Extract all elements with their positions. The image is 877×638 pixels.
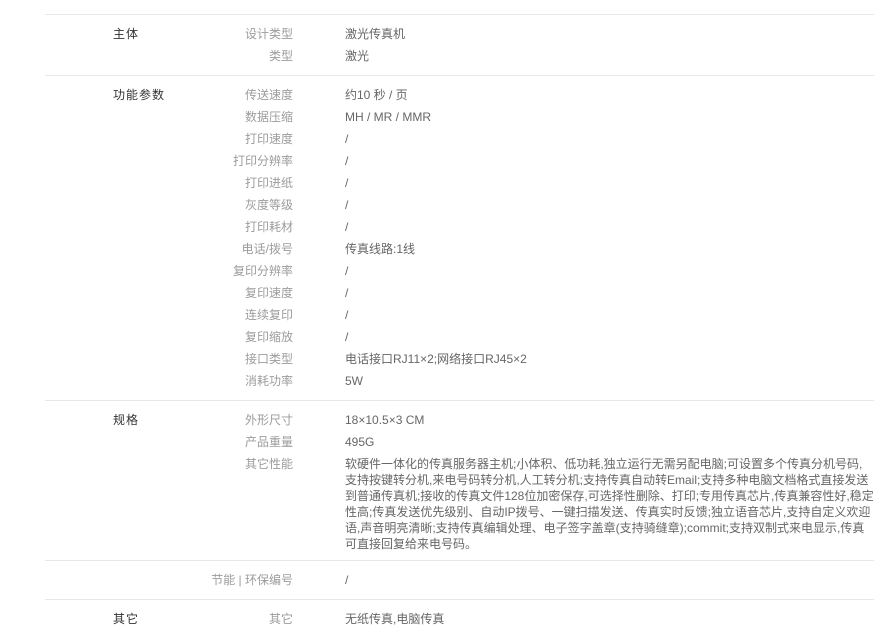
spec-row-value: / <box>345 260 874 282</box>
spec-row-value: / <box>345 304 874 326</box>
spec-row-label: 数据压缩 <box>45 106 293 128</box>
spec-row: 连续复印 / <box>45 304 874 326</box>
spec-row-label: 灰度等级 <box>45 194 293 216</box>
spec-row-label: 外形尺寸 <box>45 409 293 431</box>
spec-row-value: 无纸传真,电脑传真 <box>345 608 874 630</box>
spec-row: 产品重量 495G <box>45 431 874 453</box>
spec-row-label: 接口类型 <box>45 348 293 370</box>
spec-row-value: / <box>345 128 874 150</box>
spec-row-value: / <box>345 569 874 591</box>
spec-row: 其它 无纸传真,电脑传真 <box>45 608 874 630</box>
spec-row: 复印缩放 / <box>45 326 874 348</box>
spec-section: 其它其它 无纸传真,电脑传真 <box>45 599 874 638</box>
spec-row-label: 类型 <box>45 45 293 67</box>
spec-row-label: 传送速度 <box>45 84 293 106</box>
spec-row-label: 设计类型 <box>45 23 293 45</box>
section-category: 功能参数 <box>113 84 165 106</box>
spec-row-value: / <box>345 150 874 172</box>
spec-row-label: 打印进纸 <box>45 172 293 194</box>
spec-row: 消耗功率 5W <box>45 370 874 392</box>
spec-row: 节能 | 环保编号 / <box>45 569 874 591</box>
spec-row: 打印速度 / <box>45 128 874 150</box>
spec-row: 设计类型 激光传真机 <box>45 23 874 45</box>
section-category: 规格 <box>113 409 139 431</box>
spec-section: 主体设计类型 激光传真机类型 激光 <box>45 14 874 75</box>
spec-row-value: 约10 秒 / 页 <box>345 84 874 106</box>
spec-row-label: 打印速度 <box>45 128 293 150</box>
spec-row-label: 复印分辨率 <box>45 260 293 282</box>
spec-row: 复印分辨率 / <box>45 260 874 282</box>
spec-row-value: / <box>345 326 874 348</box>
spec-row-label: 复印缩放 <box>45 326 293 348</box>
spec-row: 外形尺寸 18×10.5×3 CM <box>45 409 874 431</box>
spec-row: 复印速度 / <box>45 282 874 304</box>
spec-row-label: 其它 <box>45 608 293 630</box>
spec-row-value: 电话接口RJ11×2;网络接口RJ45×2 <box>345 348 874 370</box>
spec-row: 打印耗材 / <box>45 216 874 238</box>
spec-row-value: MH / MR / MMR <box>345 106 874 128</box>
spec-row-label: 节能 | 环保编号 <box>45 569 293 591</box>
section-category: 其它 <box>113 608 139 630</box>
spec-row-label: 其它性能 <box>45 453 293 472</box>
spec-row: 灰度等级 / <box>45 194 874 216</box>
product-spec-table: 主体设计类型 激光传真机类型 激光功能参数传送速度 约10 秒 / 页数据压缩 MH /… <box>45 14 874 638</box>
spec-section: 功能参数传送速度约10 秒 / 页数据压缩MH / MR / MMR打印速度/打… <box>45 75 874 400</box>
spec-row-value: 激光 <box>345 45 874 67</box>
spec-row: 类型 激光 <box>45 45 874 67</box>
spec-row-value: 495G <box>345 431 874 453</box>
spec-row-label: 打印分辨率 <box>45 150 293 172</box>
spec-row-label: 产品重量 <box>45 431 293 453</box>
spec-row-value: 软硬件一体化的传真服务器主机;小体积、低功耗,独立运行无需另配电脑;可设置多个传… <box>345 453 874 552</box>
spec-row-label: 打印耗材 <box>45 216 293 238</box>
section-category: 主体 <box>113 23 139 45</box>
spec-row-value: / <box>345 282 874 304</box>
spec-row-value: 激光传真机 <box>345 23 874 45</box>
spec-row-value: / <box>345 172 874 194</box>
spec-row-label: 连续复印 <box>45 304 293 326</box>
spec-row-value: / <box>345 216 874 238</box>
spec-section: 规格外形尺寸 18×10.5×3 CM 产品重量 495G 其它性能 软硬件一体化的传真服… <box>45 400 874 560</box>
spec-row: 接口类型 电话接口RJ11×2;网络接口RJ45×2 <box>45 348 874 370</box>
spec-row: 数据压缩 MH / MR / MMR <box>45 106 874 128</box>
spec-row-label: 电话/拨号 <box>45 238 293 260</box>
spec-row: 打印分辨率 / <box>45 150 874 172</box>
spec-row-value: 传真线路:1线 <box>345 238 874 260</box>
spec-row: 打印进纸 / <box>45 172 874 194</box>
spec-row: 传送速度 约10 秒 / 页 <box>45 84 874 106</box>
spec-row-value: 18×10.5×3 CM <box>345 409 874 431</box>
spec-row-value: / <box>345 194 874 216</box>
spec-row: 其它性能 软硬件一体化的传真服务器主机;小体积、低功耗,独立运行无需另配电脑;可设… <box>45 453 874 552</box>
spec-row: 电话/拨号 传真线路:1线 <box>45 238 874 260</box>
spec-row-label: 复印速度 <box>45 282 293 304</box>
spec-row-label: 消耗功率 <box>45 370 293 392</box>
spec-section: 节能 | 环保编号 / <box>45 560 874 599</box>
spec-row-value: 5W <box>345 370 874 392</box>
